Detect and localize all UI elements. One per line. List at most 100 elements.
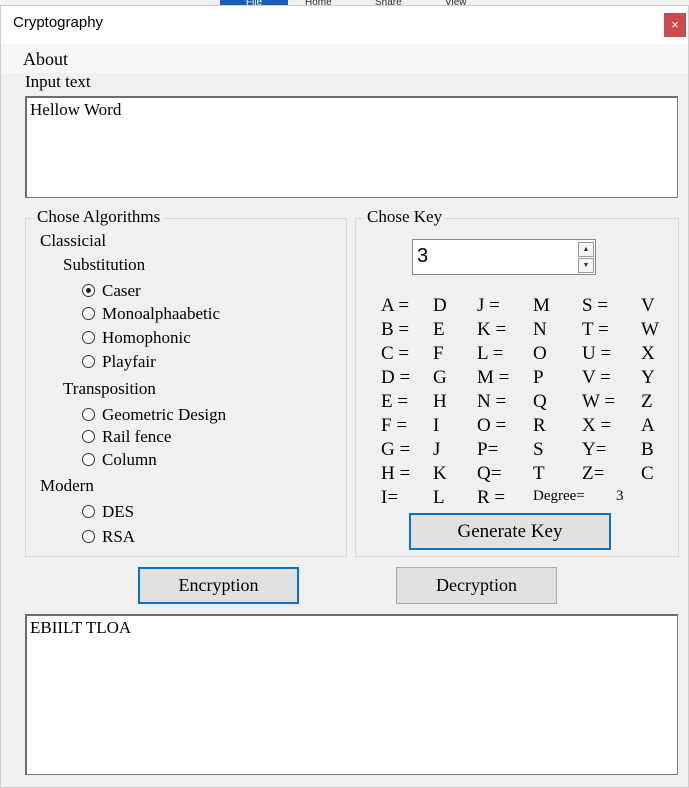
key-map-letter: R = [477,487,506,508]
key-spinner[interactable]: 3 ▲ ▼ [412,239,596,275]
output-textbox[interactable]: EBIILT TLOA [25,614,678,775]
menu-about[interactable]: About [23,49,68,70]
key-map-value: L [433,487,445,508]
radio-caser[interactable]: Caser [82,281,141,301]
radio-geometric-design[interactable]: Geometric Design [82,405,226,425]
key-map-value: A [641,415,655,436]
key-map-value: S [533,439,544,460]
key-map-value: K [433,463,447,484]
key-map-letter: N = [477,391,507,412]
radio-monoalphabetic-label: Monoalphaabetic [102,304,221,323]
key-group-title: Chose Key [364,207,446,227]
window-title: Cryptography [13,14,104,31]
key-map-value: Z [641,391,653,412]
radio-selected-icon [82,284,95,297]
spinner-down-button[interactable]: ▼ [578,258,594,273]
key-map-letter: E = [381,391,409,412]
radio-playfair-label: Playfair [102,352,156,371]
key-map-value: Q [533,391,547,412]
chevron-down-icon: ▼ [582,261,590,269]
key-map-value: C [641,463,654,484]
title-bar[interactable]: Cryptography × [1,6,688,44]
key-map-letter: D = [381,367,411,388]
radio-homophonic[interactable]: Homophonic [82,328,191,348]
key-map-value: T [533,463,545,484]
key-map-value: I [433,415,440,436]
close-icon: × [671,17,679,32]
chevron-up-icon: ▲ [582,245,590,253]
radio-unselected-icon [82,331,95,344]
key-map-letter: F = [381,415,408,436]
key-map-value: X [641,343,655,364]
key-map-value: R [533,415,546,436]
key-map-letter: O = [477,415,507,436]
input-text-value: Hellow Word [30,100,122,119]
key-map-letter: K = [477,319,507,340]
key-map-value: G [433,367,447,388]
radio-rail-fence-label: Rail fence [102,427,172,446]
menu-bar: About [1,44,688,73]
input-text-label: Input text [25,72,91,91]
key-map-value: N [533,319,547,340]
key-map-letter: M = [477,367,510,388]
key-map-value: Y [641,367,655,388]
radio-unselected-icon [82,530,95,543]
key-map-letter: Q= [477,463,502,484]
key-map-value: D [433,295,447,316]
radio-rail-fence[interactable]: Rail fence [82,427,171,447]
encryption-label: Encryption [178,575,259,595]
key-map-letter: W = [582,391,616,412]
decryption-button[interactable]: Decryption [396,567,557,604]
key-map-letter: Z= [582,463,605,484]
radio-unselected-icon [82,307,95,320]
key-map-letter: P= [477,439,499,460]
key-map-letter: G = [381,439,411,460]
key-map-letter: L = [477,343,504,364]
radio-column[interactable]: Column [82,450,157,470]
close-button[interactable]: × [664,13,686,37]
radio-des-label: DES [102,502,135,521]
output-text-value: EBIILT TLOA [30,618,132,637]
substitution-label: Substitution [63,255,146,274]
key-map-letter: S = [582,295,609,316]
encryption-button[interactable]: Encryption [138,567,299,604]
radio-caser-label: Caser [102,281,141,300]
key-map-letter: U = [582,343,612,364]
key-map-letter: T = [582,319,609,340]
key-map-value: H [433,391,447,412]
radio-unselected-icon [82,505,95,518]
input-textbox[interactable]: Hellow Word [25,96,678,198]
generate-key-button[interactable]: Generate Key [409,513,611,550]
radio-des[interactable]: DES [82,502,134,522]
spinner-up-button[interactable]: ▲ [578,242,594,257]
key-map-letter: I= [381,487,399,508]
key-map-value: J [433,439,441,460]
classical-label: Classicial [40,231,107,250]
key-map-value: F [433,343,444,364]
modern-label: Modern [40,476,94,495]
key-map-letter: A = [381,295,410,316]
radio-geometric-design-label: Geometric Design [102,405,227,424]
key-map-letter: H = [381,463,411,484]
key-map-value: O [533,343,547,364]
generate-key-label: Generate Key [457,521,563,542]
radio-playfair[interactable]: Playfair [82,352,156,372]
degree-label: Degree= [533,488,585,504]
radio-monoalphabetic[interactable]: Monoalphaabetic [82,304,220,324]
key-map-letter: J = [477,295,500,316]
decryption-label: Decryption [436,575,517,595]
radio-column-label: Column [102,450,157,469]
radio-rsa-label: RSA [102,527,136,546]
radio-homophonic-label: Homophonic [102,328,191,347]
key-map-value: M [533,295,550,316]
degree-value: 3 [616,488,624,504]
radio-unselected-icon [82,453,95,466]
key-map-value: V [641,295,655,316]
key-map-letter: V = [582,367,611,388]
radio-rsa[interactable]: RSA [82,527,135,547]
key-map-value: B [641,439,654,460]
radio-unselected-icon [82,355,95,368]
key-map-letter: Y= [582,439,607,460]
key-map-letter: C = [381,343,410,364]
key-map-letter: B = [381,319,410,340]
